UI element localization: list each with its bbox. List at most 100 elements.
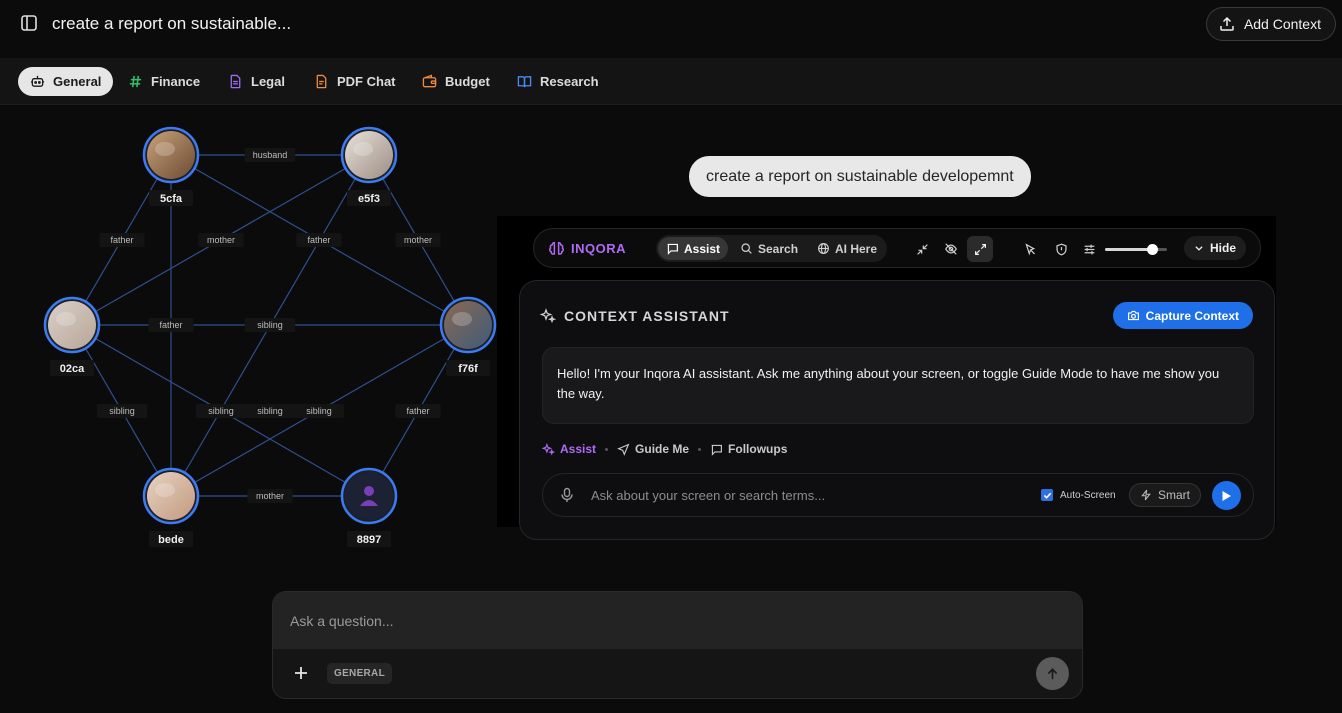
tab-label: Finance [151, 74, 201, 89]
mode-badge[interactable]: GENERAL [327, 663, 392, 684]
relationship-graph[interactable]: husband father mother father mother sibling fa… [0, 106, 500, 566]
capture-label: Capture Context [1145, 308, 1239, 323]
graph-node-5cfa[interactable]: 5cfa [142, 126, 200, 206]
graph-node-bede[interactable]: bede [142, 467, 200, 547]
wallet-icon [422, 74, 437, 88]
assistant-message: Hello! I'm your Inqora AI assistant. Ask… [542, 347, 1254, 424]
graph-node-e5f3[interactable]: e5f3 [340, 126, 398, 206]
inqora-logo: INQORA [548, 240, 626, 257]
pdf-file-icon [316, 74, 327, 89]
settings-sliders-button[interactable] [1076, 236, 1102, 262]
edge-label: mother [207, 235, 235, 245]
mode-label: Assist [684, 241, 721, 256]
camera-icon [1127, 310, 1139, 321]
submode-followups[interactable]: Followups [710, 442, 787, 456]
search-icon [741, 243, 752, 254]
app-header: create a report on sustainable... Add Co… [0, 0, 1342, 57]
checkmark-icon [1043, 492, 1051, 499]
avatar [345, 131, 393, 179]
plus-icon[interactable] [293, 665, 309, 681]
edge-label: sibling [306, 406, 332, 416]
graph-nodes: 5cfa e5f3 02ca f76f bede 8897 [43, 126, 497, 547]
chevron-down-icon [1195, 246, 1203, 251]
tab-finance[interactable]: Finance [116, 67, 212, 96]
avatar [147, 472, 195, 520]
privacy-button[interactable] [1048, 236, 1074, 262]
submode-label: Followups [728, 442, 788, 456]
smart-label: Smart [1158, 488, 1191, 502]
add-context-label: Add Context [1243, 16, 1321, 32]
microphone-icon[interactable] [560, 487, 574, 503]
hide-button[interactable]: Hide [1183, 236, 1246, 260]
node-label: 02ca [60, 363, 85, 375]
pointer-button[interactable] [1017, 236, 1043, 262]
chat-bubble-icon [667, 243, 678, 255]
sidebar-toggle-icon[interactable] [20, 14, 38, 32]
avatar-highlight [155, 142, 175, 156]
node-label: 5cfa [160, 193, 183, 205]
hash-icon [129, 75, 142, 88]
context-assistant-title: CONTEXT ASSISTANT [540, 308, 730, 324]
node-label: f76f [458, 363, 478, 375]
node-label: 8897 [357, 534, 381, 546]
opacity-slider[interactable] [1105, 244, 1167, 255]
slider-knob[interactable] [1146, 244, 1158, 255]
graph-node-02ca[interactable]: 02ca [43, 296, 101, 376]
submode-assist[interactable]: Assist [542, 442, 596, 456]
sparkles-icon [542, 442, 555, 456]
edge-label: mother [256, 491, 284, 501]
auto-screen-checkbox[interactable] [1041, 489, 1053, 501]
edge-label: father [307, 235, 330, 245]
tab-pdf-chat[interactable]: PDF Chat [302, 67, 408, 96]
tab-budget[interactable]: Budget [410, 67, 502, 96]
smart-mode-button[interactable]: Smart [1129, 483, 1202, 507]
context-assistant-card: CONTEXT ASSISTANT Capture Context Hello!… [519, 280, 1275, 540]
mode-assist[interactable]: Assist [658, 237, 729, 260]
person-icon-head [364, 486, 374, 496]
user-message-bubble: create a report on sustainable developem… [689, 156, 1031, 197]
node-label: e5f3 [358, 193, 380, 205]
edge-label: father [406, 406, 429, 416]
edge-label: sibling [208, 406, 234, 416]
edge-label: father [159, 320, 182, 330]
expand-button[interactable] [967, 236, 993, 262]
tab-general[interactable]: General [18, 67, 114, 96]
graph-node-8897[interactable]: 8897 [340, 467, 398, 547]
avatar [147, 131, 195, 179]
collapse-button[interactable] [909, 236, 935, 262]
tab-label: General [53, 74, 102, 89]
cursor-icon [1024, 242, 1035, 256]
avatar-highlight [155, 483, 175, 497]
graph-edges: husband father mother father mother sibling fa… [71, 148, 469, 503]
mode-label: Search [758, 241, 799, 256]
robot-icon [30, 75, 45, 87]
capture-context-button[interactable]: Capture Context [1112, 302, 1253, 329]
book-icon [517, 76, 532, 88]
assistant-input[interactable]: Ask about your screen or search terms...… [542, 473, 1254, 517]
edge-label: sibling [257, 406, 283, 416]
navigation-arrow-icon [617, 443, 630, 456]
eye-off-icon [945, 243, 957, 255]
submode-guide-me[interactable]: Guide Me [617, 442, 689, 456]
minimize-arrows-icon [916, 243, 928, 255]
brain-icon [549, 241, 564, 255]
node-label: bede [158, 534, 184, 546]
auto-screen-toggle[interactable]: Auto-Screen [1041, 489, 1116, 501]
mode-ai-here[interactable]: AI Here [809, 237, 885, 260]
graph-node-f76f[interactable]: f76f [439, 296, 497, 376]
tab-research[interactable]: Research [505, 67, 611, 96]
upload-icon [1220, 16, 1234, 31]
expand-arrows-icon [974, 243, 986, 255]
question-input[interactable]: Ask a question... [273, 592, 1082, 649]
assistant-send-button[interactable] [1212, 481, 1241, 510]
document-icon [230, 74, 241, 89]
mode-search[interactable]: Search [732, 237, 806, 260]
tab-legal[interactable]: Legal [216, 67, 297, 96]
globe-icon [818, 243, 829, 254]
add-context-button[interactable]: Add Context [1205, 7, 1336, 41]
visibility-toggle-button[interactable] [938, 236, 964, 262]
tab-label: Research [540, 74, 599, 89]
hide-label: Hide [1209, 241, 1236, 255]
composer-send-button[interactable] [1036, 657, 1069, 690]
avatar-highlight [452, 312, 472, 326]
